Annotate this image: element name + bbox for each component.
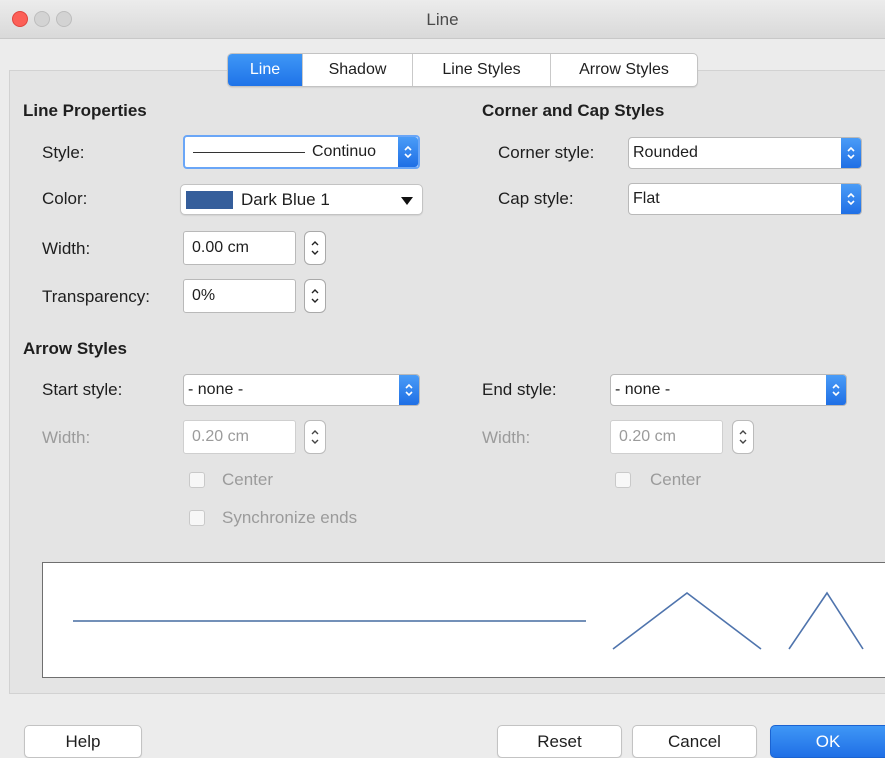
chevron-updown-icon xyxy=(399,375,419,405)
cap-style-label: Cap style: xyxy=(498,189,574,208)
start-width-label: Width: xyxy=(42,428,91,447)
chevron-updown-icon xyxy=(841,138,861,168)
line-preview-drawing xyxy=(73,591,864,650)
color-swatch xyxy=(186,190,233,209)
start-width-stepper[interactable] xyxy=(304,420,326,454)
line-properties-heading: Line Properties xyxy=(23,101,147,120)
cap-style-select[interactable]: Flat xyxy=(628,183,862,215)
cancel-button[interactable]: Cancel xyxy=(632,725,757,758)
start-center-checkbox[interactable] xyxy=(189,472,205,488)
corner-style-label: Corner style: xyxy=(498,143,595,162)
tab-shadow[interactable]: Shadow xyxy=(302,54,412,86)
line-style-value: Continuo xyxy=(312,143,377,160)
line-style-sample xyxy=(193,152,305,153)
arrow-styles-heading: Arrow Styles xyxy=(23,339,127,358)
preview-wide-angle xyxy=(612,591,762,650)
end-center-checkbox[interactable] xyxy=(615,472,631,488)
width-label: Width: xyxy=(42,239,91,258)
stepper-arrows-icon xyxy=(311,241,319,255)
start-width-field[interactable]: 0.20 cm xyxy=(183,420,296,454)
end-style-value: - none - xyxy=(615,381,671,398)
cap-style-value: Flat xyxy=(633,190,660,207)
synchronize-ends-checkbox[interactable] xyxy=(189,510,205,526)
line-color-dropdown[interactable]: Dark Blue 1 xyxy=(180,184,423,215)
style-label: Style: xyxy=(42,143,85,162)
stepper-arrows-icon xyxy=(311,289,319,303)
transparency-label: Transparency: xyxy=(42,287,151,306)
tab-arrow-styles[interactable]: Arrow Styles xyxy=(550,54,697,86)
end-width-stepper[interactable] xyxy=(732,420,754,454)
chevron-updown-icon xyxy=(398,137,418,167)
help-button[interactable]: Help xyxy=(24,725,142,758)
start-center-label: Center xyxy=(222,470,274,489)
line-color-value: Dark Blue 1 xyxy=(241,189,330,209)
start-style-value: - none - xyxy=(188,381,244,398)
synchronize-ends-label: Synchronize ends xyxy=(222,508,358,527)
tab-bar: Line Shadow Line Styles Arrow Styles xyxy=(227,53,698,87)
window-title: Line xyxy=(426,10,459,29)
line-preview xyxy=(42,562,885,678)
stepper-arrows-icon xyxy=(739,430,747,444)
color-label: Color: xyxy=(42,189,88,208)
chevron-updown-icon xyxy=(841,184,861,214)
end-width-field[interactable]: 0.20 cm xyxy=(610,420,723,454)
end-style-select[interactable]: - none - xyxy=(610,374,847,406)
line-style-select[interactable]: Continuo xyxy=(183,135,420,169)
corner-cap-heading: Corner and Cap Styles xyxy=(482,101,665,120)
transparency-stepper[interactable] xyxy=(304,279,326,313)
end-center-label: Center xyxy=(650,470,702,489)
line-width-field[interactable]: 0.00 cm xyxy=(183,231,296,265)
corner-style-select[interactable]: Rounded xyxy=(628,137,862,169)
ok-button[interactable]: OK xyxy=(770,725,885,758)
start-style-select[interactable]: - none - xyxy=(183,374,420,406)
dropdown-arrow-icon xyxy=(401,197,413,205)
title-bar: Line xyxy=(0,0,885,39)
transparency-field[interactable]: 0% xyxy=(183,279,296,313)
reset-button[interactable]: Reset xyxy=(497,725,622,758)
tab-line-styles[interactable]: Line Styles xyxy=(412,54,550,86)
start-style-label: Start style: xyxy=(42,380,123,399)
preview-narrow-angle xyxy=(788,591,864,650)
end-width-label: Width: xyxy=(482,428,531,447)
line-width-stepper[interactable] xyxy=(304,231,326,265)
chevron-updown-icon xyxy=(826,375,846,405)
end-style-label: End style: xyxy=(482,380,557,399)
tab-line[interactable]: Line xyxy=(228,54,302,86)
corner-style-value: Rounded xyxy=(633,144,698,161)
stepper-arrows-icon xyxy=(311,430,319,444)
